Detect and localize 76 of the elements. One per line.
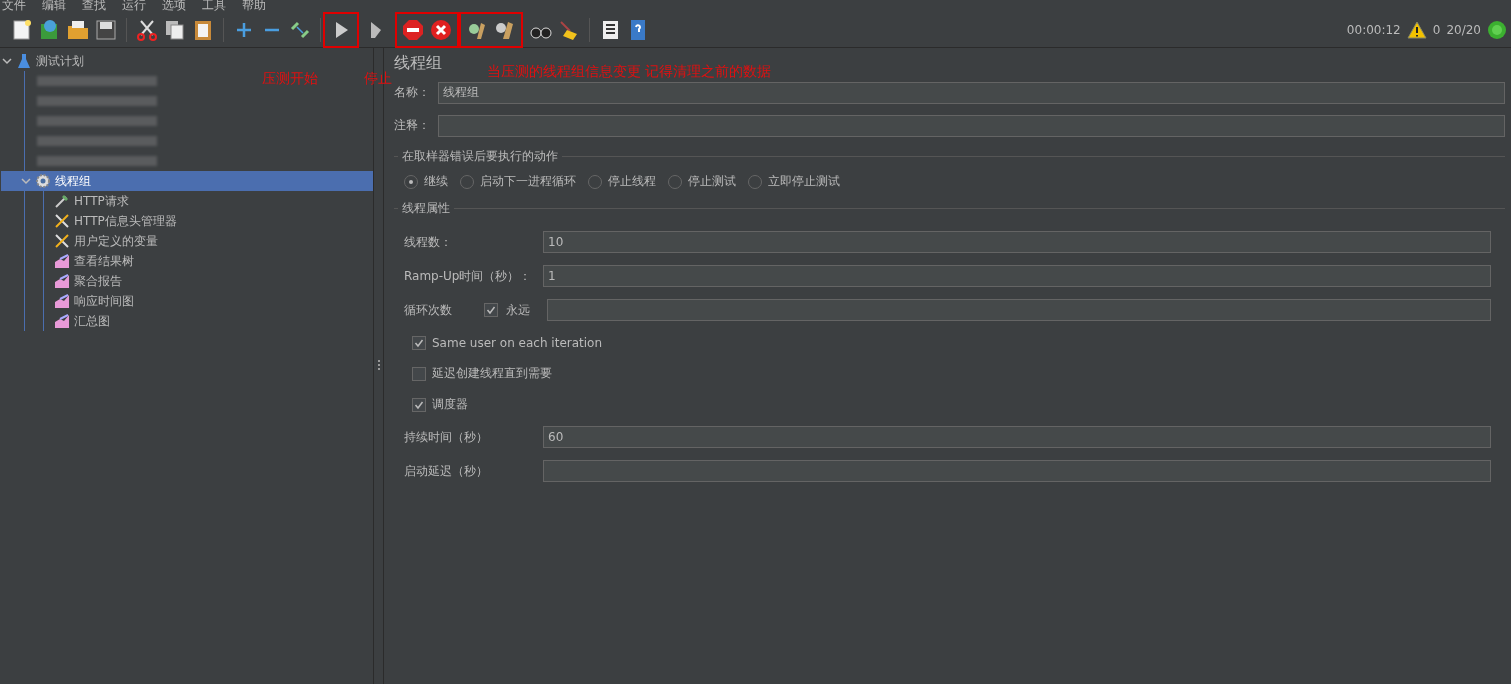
tree-item[interactable]: 用户定义的变量 [2, 231, 373, 251]
pipette-icon [54, 193, 70, 209]
menu-item[interactable]: 工具 [202, 0, 226, 13]
radio-button[interactable] [404, 174, 418, 189]
flask-icon [16, 53, 32, 69]
wrench-screwdriver-icon [54, 213, 70, 229]
checkbox[interactable] [412, 366, 426, 381]
chart-icon [54, 253, 70, 269]
checkbox-label: 永远 [506, 301, 531, 319]
radio-label: 立即停止测试 [768, 173, 840, 190]
section-title: 在取样器错误后要执行的动作 [401, 148, 559, 165]
menu-item[interactable]: 帮助 [242, 0, 266, 13]
tree-item[interactable]: 响应时间图 [2, 291, 373, 311]
checkbox-label: 延迟创建线程直到需要 [432, 365, 552, 382]
checkbox-label: Same user on each iteration [432, 335, 603, 350]
annotation-text: 停止 [364, 70, 392, 88]
radio-label: 停止测试 [688, 173, 736, 190]
tree-item[interactable]: 聚合报告 [2, 271, 373, 291]
chevron-icon[interactable] [21, 176, 31, 186]
elapsed-time: 00:00:12 [1346, 23, 1401, 37]
radio-label: 继续 [424, 173, 448, 190]
stop-icon[interactable] [401, 18, 425, 42]
field-label: 循环次数 [404, 301, 453, 319]
field-label: 注释： [394, 117, 430, 134]
field-label: 名称： [394, 84, 430, 101]
wrench-screwdriver-icon [54, 233, 70, 249]
radio-button[interactable] [748, 174, 762, 189]
thread-count: 20/20 [1446, 23, 1481, 37]
close-icon[interactable] [429, 18, 453, 42]
tree-item[interactable]: 查看结果树 [2, 251, 373, 271]
splitter-handle[interactable] [377, 360, 380, 372]
tree-item[interactable]: 线程组 [1, 171, 373, 191]
field-label: Ramp-Up时间（秒）： [404, 267, 533, 285]
comment-field[interactable] [438, 114, 1505, 137]
section-title: 线程属性 [401, 200, 451, 217]
input-field[interactable]: 60 [543, 426, 1491, 448]
checkbox[interactable] [412, 397, 426, 412]
chart-icon [54, 273, 70, 289]
status-light-icon [1487, 20, 1507, 40]
name-field[interactable]: 线程组 [438, 81, 1505, 104]
warning-icon[interactable] [1406, 21, 1427, 39]
tree-item[interactable]: 汇总图 [2, 311, 373, 331]
chart-icon [54, 293, 70, 309]
chart-icon [54, 313, 70, 329]
tree-item[interactable]: 测试计划 [0, 51, 373, 71]
field-label: 线程数： [404, 233, 453, 251]
checkbox[interactable] [484, 303, 498, 317]
input-field[interactable] [547, 299, 1491, 321]
input-field[interactable]: 10 [543, 231, 1491, 253]
input-field[interactable] [543, 460, 1491, 482]
annotation-text: 当压测的线程组信息变更 记得清理之前的数据 [487, 63, 772, 81]
radio-label: 启动下一进程循环 [480, 173, 576, 190]
panel-title: 线程组 [394, 52, 442, 74]
radio-button[interactable] [668, 174, 682, 189]
scissors-icon[interactable] [135, 18, 159, 42]
floppy-icon[interactable] [94, 18, 118, 42]
annotation-text: 压测开始 [262, 70, 318, 88]
checkbox-label: 调度器 [432, 396, 468, 413]
input-field[interactable]: 1 [543, 265, 1491, 287]
radio-button[interactable] [460, 174, 474, 189]
copy-icon[interactable] [163, 18, 187, 42]
tree-item[interactable]: HTTP请求 [2, 191, 373, 211]
tree-item[interactable]: HTTP信息头管理器 [2, 211, 373, 231]
field-label: 启动延迟（秒） [404, 462, 489, 480]
menu-item[interactable]: 选项 [162, 0, 186, 13]
radio-button[interactable] [588, 174, 602, 189]
chevron-icon[interactable] [2, 56, 12, 66]
gear-icon [35, 173, 51, 189]
menu-item[interactable]: 运行 [122, 0, 146, 13]
radio-label: 停止线程 [608, 173, 656, 190]
checkbox[interactable] [412, 335, 426, 350]
new-file-icon[interactable] [10, 18, 34, 42]
folder-icon[interactable] [66, 18, 90, 42]
field-label: 持续时间（秒） [404, 428, 489, 446]
warning-count: 0 [1432, 23, 1441, 37]
menu-item[interactable]: 查找 [82, 0, 106, 13]
